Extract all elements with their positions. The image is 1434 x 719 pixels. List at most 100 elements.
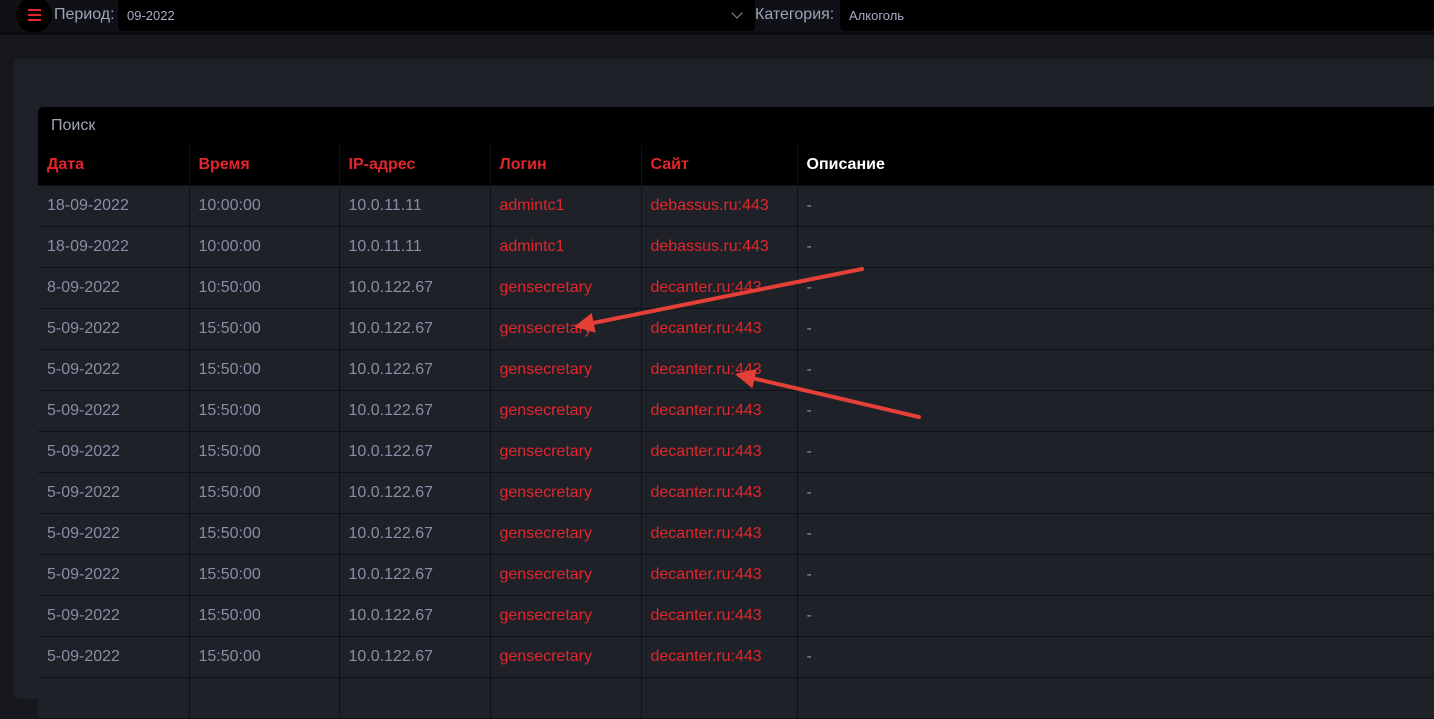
cell-date <box>38 677 190 719</box>
cell-date: 18-09-2022 <box>38 185 190 227</box>
table-row[interactable]: 5-09-2022 15:50:00 10.0.122.67 gensecretary… <box>38 349 1434 391</box>
cell-ip: 10.0.122.67 <box>339 595 491 637</box>
search-input[interactable]: Поиск <box>38 107 1434 145</box>
top-bar: Период: 09-2022 Категория: Алкоголь <box>0 0 1434 33</box>
cell-site[interactable]: decanter.ru:443 <box>641 636 798 678</box>
chevron-down-icon <box>731 7 743 19</box>
table-row[interactable]: 5-09-2022 15:50:00 10.0.122.67 gensecretary… <box>38 390 1434 432</box>
cell-description: - <box>797 185 1434 227</box>
cell-site[interactable]: debassus.ru:443 <box>641 226 798 268</box>
cell-date: 5-09-2022 <box>38 513 190 555</box>
cell-site[interactable]: decanter.ru:443 <box>641 308 798 350</box>
table-row[interactable]: 5-09-2022 15:50:00 10.0.122.67 gensecretary… <box>38 554 1434 596</box>
top-bar-divider <box>0 32 1434 35</box>
period-select[interactable]: 09-2022 <box>118 0 755 31</box>
cell-site[interactable] <box>641 677 798 719</box>
cell-ip: 10.0.122.67 <box>339 308 491 350</box>
cell-site[interactable]: decanter.ru:443 <box>641 513 798 555</box>
cell-ip: 10.0.122.67 <box>339 431 491 473</box>
cell-description: - <box>797 595 1434 637</box>
cell-description <box>797 677 1434 719</box>
cell-login[interactable]: gensecretary <box>490 513 642 555</box>
cell-description: - <box>797 226 1434 268</box>
table-row[interactable]: 18-09-2022 10:00:00 10.0.11.11 admintc1 deba… <box>38 226 1434 268</box>
cell-date: 5-09-2022 <box>38 390 190 432</box>
cell-login[interactable]: admintc1 <box>490 185 642 227</box>
cell-time: 15:50:00 <box>189 554 340 596</box>
period-value: 09-2022 <box>127 8 175 23</box>
log-table: Дата Время IP-адрес Логин Сайт Описание … <box>38 145 1434 719</box>
cell-date: 5-09-2022 <box>38 308 190 350</box>
cell-date: 5-09-2022 <box>38 349 190 391</box>
cell-ip: 10.0.122.67 <box>339 554 491 596</box>
column-header-description[interactable]: Описание <box>797 145 1434 186</box>
cell-login[interactable]: gensecretary <box>490 636 642 678</box>
cell-ip: 10.0.122.67 <box>339 267 491 309</box>
cell-site[interactable]: decanter.ru:443 <box>641 554 798 596</box>
cell-description: - <box>797 308 1434 350</box>
cell-ip <box>339 677 491 719</box>
cell-date: 18-09-2022 <box>38 226 190 268</box>
cell-ip: 10.0.11.11 <box>339 226 491 268</box>
category-value: Алкоголь <box>849 8 905 23</box>
category-label: Категория: <box>755 6 835 23</box>
period-label: Период: <box>54 6 115 23</box>
cell-description: - <box>797 349 1434 391</box>
hamburger-menu-icon <box>27 14 41 16</box>
table-row[interactable] <box>38 677 1434 719</box>
cell-date: 8-09-2022 <box>38 267 190 309</box>
cell-description: - <box>797 636 1434 678</box>
cell-description: - <box>797 472 1434 514</box>
cell-login[interactable] <box>490 677 642 719</box>
cell-description: - <box>797 390 1434 432</box>
cell-time: 10:00:00 <box>189 226 340 268</box>
cell-login[interactable]: gensecretary <box>490 472 642 514</box>
cell-site[interactable]: decanter.ru:443 <box>641 349 798 391</box>
cell-description: - <box>797 431 1434 473</box>
cell-ip: 10.0.11.11 <box>339 185 491 227</box>
cell-time: 15:50:00 <box>189 390 340 432</box>
cell-login[interactable]: admintc1 <box>490 226 642 268</box>
cell-login[interactable]: gensecretary <box>490 390 642 432</box>
cell-login[interactable]: gensecretary <box>490 267 642 309</box>
cell-site[interactable]: decanter.ru:443 <box>641 595 798 637</box>
category-select[interactable]: Алкоголь <box>840 0 1434 31</box>
column-header-time[interactable]: Время <box>189 145 340 186</box>
column-header-ip[interactable]: IP-адрес <box>339 145 491 186</box>
cell-time: 15:50:00 <box>189 349 340 391</box>
table-row[interactable]: 8-09-2022 10:50:00 10.0.122.67 gensecretary… <box>38 267 1434 309</box>
cell-description: - <box>797 267 1434 309</box>
search-placeholder: Поиск <box>51 117 96 134</box>
cell-login[interactable]: gensecretary <box>490 431 642 473</box>
table-row[interactable]: 5-09-2022 15:50:00 10.0.122.67 gensecretary… <box>38 308 1434 350</box>
table-row[interactable]: 5-09-2022 15:50:00 10.0.122.67 gensecretary… <box>38 513 1434 555</box>
table-row[interactable]: 5-09-2022 15:50:00 10.0.122.67 gensecretary… <box>38 472 1434 514</box>
cell-login[interactable]: gensecretary <box>490 554 642 596</box>
cell-time: 15:50:00 <box>189 636 340 678</box>
cell-site[interactable]: decanter.ru:443 <box>641 431 798 473</box>
cell-login[interactable]: gensecretary <box>490 308 642 350</box>
cell-description: - <box>797 513 1434 555</box>
cell-time: 10:00:00 <box>189 185 340 227</box>
table-row[interactable]: 5-09-2022 15:50:00 10.0.122.67 gensecretary… <box>38 636 1434 678</box>
table-row[interactable]: 5-09-2022 15:50:00 10.0.122.67 gensecretary… <box>38 595 1434 637</box>
cell-date: 5-09-2022 <box>38 554 190 596</box>
column-header-site[interactable]: Сайт <box>641 145 798 186</box>
cell-site[interactable]: decanter.ru:443 <box>641 267 798 309</box>
cell-time: 15:50:00 <box>189 513 340 555</box>
menu-button[interactable] <box>16 0 52 33</box>
cell-ip: 10.0.122.67 <box>339 472 491 514</box>
cell-time: 15:50:00 <box>189 308 340 350</box>
cell-login[interactable]: gensecretary <box>490 595 642 637</box>
table-row[interactable]: 5-09-2022 15:50:00 10.0.122.67 gensecretary… <box>38 431 1434 473</box>
cell-date: 5-09-2022 <box>38 595 190 637</box>
cell-site[interactable]: debassus.ru:443 <box>641 185 798 227</box>
column-header-date[interactable]: Дата <box>38 145 190 186</box>
table-row[interactable]: 18-09-2022 10:00:00 10.0.11.11 admintc1 deba… <box>38 185 1434 227</box>
cell-ip: 10.0.122.67 <box>339 390 491 432</box>
cell-time: 15:50:00 <box>189 431 340 473</box>
cell-site[interactable]: decanter.ru:443 <box>641 390 798 432</box>
cell-site[interactable]: decanter.ru:443 <box>641 472 798 514</box>
cell-login[interactable]: gensecretary <box>490 349 642 391</box>
column-header-login[interactable]: Логин <box>490 145 642 186</box>
